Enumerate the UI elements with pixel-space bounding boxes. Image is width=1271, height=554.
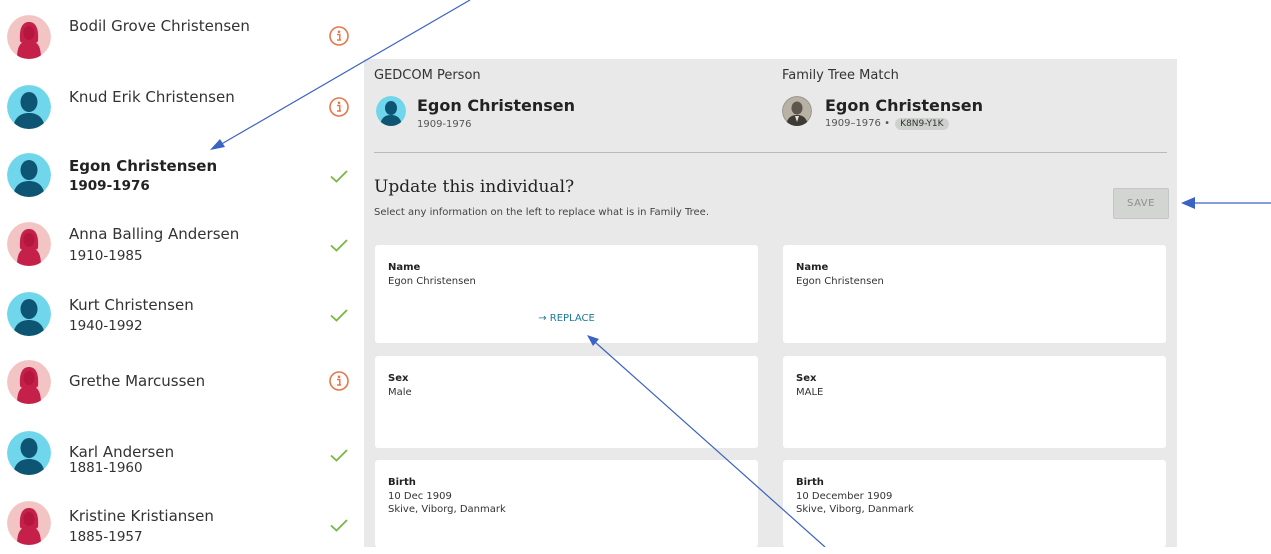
male-avatar-icon xyxy=(7,431,51,475)
person-dates: 1910-1985 xyxy=(69,248,143,264)
gedcom-label: GEDCOM Person xyxy=(374,68,481,83)
update-title: Update this individual? xyxy=(374,177,575,197)
field-value-line: Egon Christensen xyxy=(796,276,884,287)
female-avatar-icon xyxy=(7,15,51,59)
female-avatar-icon xyxy=(7,501,51,545)
check-icon xyxy=(328,514,350,536)
person-name: Bodil Grove Christensen xyxy=(69,17,250,35)
replace-button[interactable]: → REPLACE xyxy=(375,313,758,324)
field-value: 10 Dec 1909 Skive, Viborg, Danmark xyxy=(388,490,506,516)
match-name-card: Name Egon Christensen xyxy=(783,245,1166,343)
field-value: MALE xyxy=(796,386,823,399)
person-name: Anna Balling Andersen xyxy=(69,225,240,243)
match-dates-text: 1909–1976 • xyxy=(825,118,890,129)
header-divider xyxy=(374,152,1167,153)
match-sex-card: Sex MALE xyxy=(783,356,1166,448)
female-avatar-icon xyxy=(7,360,51,404)
check-icon xyxy=(328,165,350,187)
info-icon[interactable] xyxy=(328,25,350,47)
person-name: Kristine Kristiansen xyxy=(69,507,214,525)
person-dates: 1940-1992 xyxy=(69,318,143,334)
gedcom-sex-card[interactable]: Sex Male xyxy=(375,356,758,448)
male-avatar-icon xyxy=(7,292,51,336)
male-avatar-icon xyxy=(7,85,51,129)
gedcom-name-card[interactable]: Name Egon Christensen → REPLACE xyxy=(375,245,758,343)
person-name: Kurt Christensen xyxy=(69,296,194,314)
field-value-line: Male xyxy=(388,387,412,398)
person-id-badge[interactable]: K8N9-Y1K xyxy=(895,118,949,130)
check-icon xyxy=(328,304,350,326)
match-label: Family Tree Match xyxy=(782,68,899,83)
field-label: Birth xyxy=(388,477,416,488)
person-name: Grethe Marcussen xyxy=(69,372,206,390)
gedcom-birth-card[interactable]: Birth 10 Dec 1909 Skive, Viborg, Danmark xyxy=(375,460,758,547)
male-avatar-icon xyxy=(7,153,51,197)
field-value-line: Skive, Viborg, Danmark xyxy=(388,504,506,515)
field-value-line: MALE xyxy=(796,387,824,398)
compare-panel: GEDCOM Person Family Tree Match Egon Chr… xyxy=(364,59,1177,547)
field-value-line: Skive, Viborg, Danmark xyxy=(796,504,914,515)
update-subtitle: Select any information on the left to re… xyxy=(374,207,710,218)
person-dates: 1881-1960 xyxy=(69,460,143,476)
field-label: Sex xyxy=(388,373,409,384)
person-dates: 1885-1957 xyxy=(69,529,143,545)
field-value: Male xyxy=(388,386,412,399)
match-person-name: Egon Christensen xyxy=(825,96,984,115)
info-icon[interactable] xyxy=(328,370,350,392)
field-value: Egon Christensen xyxy=(388,275,476,288)
field-value-line: Egon Christensen xyxy=(388,276,476,287)
field-value: 10 December 1909 Skive, Viborg, Danmark xyxy=(796,490,914,516)
person-row[interactable]: Kurt Christensen 1940-1992 xyxy=(0,284,364,344)
person-row[interactable]: Grethe Marcussen xyxy=(0,354,364,414)
annotation-arrowhead xyxy=(1181,197,1195,209)
match-birth-card: Birth 10 December 1909 Skive, Viborg, Da… xyxy=(783,460,1166,547)
person-list: Bodil Grove Christensen Knud Erik Christ… xyxy=(0,0,364,547)
field-value: Egon Christensen xyxy=(796,275,884,288)
check-icon xyxy=(328,444,350,466)
person-row[interactable]: Bodil Grove Christensen xyxy=(0,0,364,60)
person-row[interactable]: Anna Balling Andersen 1910-1985 xyxy=(0,214,364,274)
person-name: Knud Erik Christensen xyxy=(69,88,235,106)
field-label: Sex xyxy=(796,373,817,384)
person-name: Karl Andersen xyxy=(69,443,175,461)
match-person-dates: 1909–1976 • K8N9-Y1K xyxy=(825,118,949,130)
check-icon xyxy=(328,234,350,256)
field-label: Name xyxy=(388,262,421,273)
match-photo-avatar xyxy=(782,96,812,126)
person-row-selected[interactable]: Egon Christensen 1909-1976 xyxy=(0,144,364,204)
female-avatar-icon xyxy=(7,222,51,266)
save-button[interactable]: SAVE xyxy=(1113,188,1169,219)
field-label: Birth xyxy=(796,477,824,488)
person-dates: 1909-1976 xyxy=(69,178,150,194)
person-row[interactable]: Knud Erik Christensen xyxy=(0,72,364,132)
gedcom-avatar-icon xyxy=(376,96,406,126)
gedcom-person-dates: 1909-1976 xyxy=(417,119,472,130)
field-value-line: 10 December 1909 xyxy=(796,491,893,502)
field-value-line: 10 Dec 1909 xyxy=(388,491,452,502)
person-row[interactable]: Karl Andersen 1881-1960 xyxy=(0,424,364,484)
field-label: Name xyxy=(796,262,829,273)
gedcom-person-name: Egon Christensen xyxy=(417,96,576,115)
person-row[interactable]: Kristine Kristiansen 1885-1957 xyxy=(0,494,364,554)
person-name: Egon Christensen xyxy=(69,157,218,175)
info-icon[interactable] xyxy=(328,96,350,118)
